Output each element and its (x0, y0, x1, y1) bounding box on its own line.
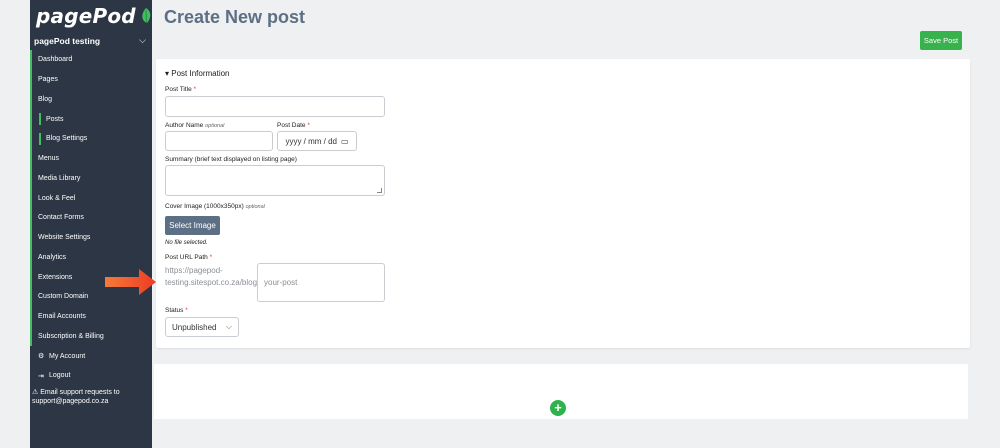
post-date-input[interactable]: yyyy / mm / dd ▭ (277, 131, 357, 151)
gear-icon: ⚙ (38, 353, 45, 361)
sidebar-item-label: Extensions (38, 273, 73, 281)
sidebar-item-label: Analytics (38, 253, 67, 261)
required-mark: * (193, 86, 197, 93)
sidebar-item-posts[interactable]: Posts (30, 109, 152, 129)
post-date-label: Post Date * (277, 122, 310, 129)
sidebar-item-pages[interactable]: Pages (30, 69, 152, 90)
support-note: ⚠ Email support requests to support@page… (32, 388, 150, 406)
sidebar-item-email-accounts[interactable]: Email Accounts (30, 306, 152, 327)
sidebar-item-label: Subscription & Billing (38, 332, 104, 340)
sidebar-nav: Dashboard Pages Blog Posts Blog Settings… (30, 50, 152, 386)
resize-handle-icon[interactable] (377, 188, 382, 193)
support-text: Email support requests to support@pagepo… (32, 389, 120, 405)
sidebar-item-label: My Account (49, 352, 86, 360)
date-placeholder: yyyy / mm / dd (285, 136, 337, 146)
label-text: Author Name (165, 122, 204, 129)
chevron-down-icon: ⌵ (139, 35, 146, 45)
url-prefix: https://pagepod-testing.sitespot.co.za/b… (165, 266, 260, 287)
summary-textarea[interactable] (165, 165, 385, 196)
page-title: Create New post (164, 7, 306, 27)
sidebar-item-label: Email Accounts (38, 313, 86, 321)
sidebar-item-label: Logout (49, 372, 71, 380)
site-selector[interactable]: pagePod testing ⌵ (30, 33, 152, 49)
cover-image-label: Cover Image (1000x350px) optional (165, 203, 265, 210)
required-mark: * (185, 307, 188, 314)
sidebar-item-analytics[interactable]: Analytics (30, 247, 152, 268)
post-url-label: Post URL Path * (165, 254, 212, 261)
select-image-button[interactable]: Select Image (165, 216, 220, 235)
sidebar-item-media-library[interactable]: Media Library (30, 168, 152, 189)
required-mark: * (307, 122, 310, 129)
no-file-text: No file selected. (165, 240, 208, 246)
sidebar-item-look-feel[interactable]: Look & Feel (30, 188, 152, 208)
author-name-input[interactable] (165, 131, 273, 151)
post-title-input[interactable] (165, 96, 385, 117)
label-text: Status (165, 307, 184, 314)
author-name-label: Author Name optional (165, 122, 224, 129)
sidebar-item-logout[interactable]: ⇥ Logout (30, 366, 152, 386)
sidebar-item-label: Custom Domain (38, 293, 89, 301)
logo[interactable]: pagePod (36, 2, 153, 30)
content-blocks-area: + (154, 364, 968, 419)
sidebar-item-label: Posts (46, 115, 64, 123)
section-toggle[interactable]: ▾ Post Information (165, 69, 230, 78)
sidebar-item-label: Contact Forms (38, 214, 84, 222)
sidebar-item-my-account[interactable]: ⚙ My Account (30, 346, 152, 366)
sidebar-item-blog[interactable]: Blog (30, 89, 152, 110)
chevron-down-icon: ⌵ (225, 322, 232, 331)
status-value: Unpublished (172, 322, 217, 332)
sidebar-item-label: Blog (38, 95, 53, 103)
sidebar-item-label: Menus (38, 155, 60, 163)
logout-icon: ⇥ (38, 372, 44, 380)
sidebar-item-website-settings[interactable]: Website Settings (30, 227, 152, 248)
post-url-input[interactable]: your-post (257, 263, 385, 302)
leaf-icon (142, 8, 151, 24)
status-label: Status * (165, 307, 188, 314)
annotation-arrow-icon (105, 269, 156, 295)
optional-tag: optional (245, 204, 265, 210)
sidebar-item-label: Look & Feel (38, 194, 76, 202)
warning-icon: ⚠ (32, 389, 39, 396)
status-select[interactable]: Unpublished ⌵ (165, 317, 239, 337)
label-text: Cover Image (1000x350px) (165, 203, 244, 210)
sidebar-item-menus[interactable]: Menus (30, 148, 152, 169)
sidebar-item-label: Blog Settings (46, 135, 88, 143)
optional-tag: optional (205, 123, 225, 129)
sidebar: pagePod pagePod testing ⌵ Dashboard Page… (30, 0, 152, 448)
logo-text: pagePod (36, 4, 136, 28)
sidebar-item-dashboard[interactable]: Dashboard (30, 50, 152, 70)
label-text: Post Title (165, 86, 192, 93)
summary-label: Summary (brief text displayed on listing… (165, 156, 297, 163)
sidebar-item-blog-settings[interactable]: Blog Settings (30, 129, 152, 149)
save-post-button[interactable]: Save Post (920, 31, 962, 50)
sidebar-item-label: Pages (38, 76, 58, 84)
label-text: Post Date (277, 122, 306, 129)
site-name: pagePod testing (34, 36, 101, 46)
sidebar-item-label: Dashboard (38, 56, 73, 64)
sidebar-item-contact-forms[interactable]: Contact Forms (30, 208, 152, 228)
sidebar-item-label: Media Library (38, 174, 81, 182)
post-title-label: Post Title * (165, 86, 196, 93)
add-block-button[interactable]: + (550, 400, 566, 416)
sidebar-item-label: Website Settings (38, 234, 91, 242)
label-text: Post URL Path (165, 254, 208, 261)
calendar-icon[interactable]: ▭ (341, 137, 349, 146)
sidebar-item-subscription-billing[interactable]: Subscription & Billing (30, 326, 152, 347)
post-information-card: ▾ Post Information Post Title * Author N… (156, 59, 970, 348)
url-placeholder: your-post (264, 278, 298, 287)
required-mark: * (209, 254, 213, 261)
